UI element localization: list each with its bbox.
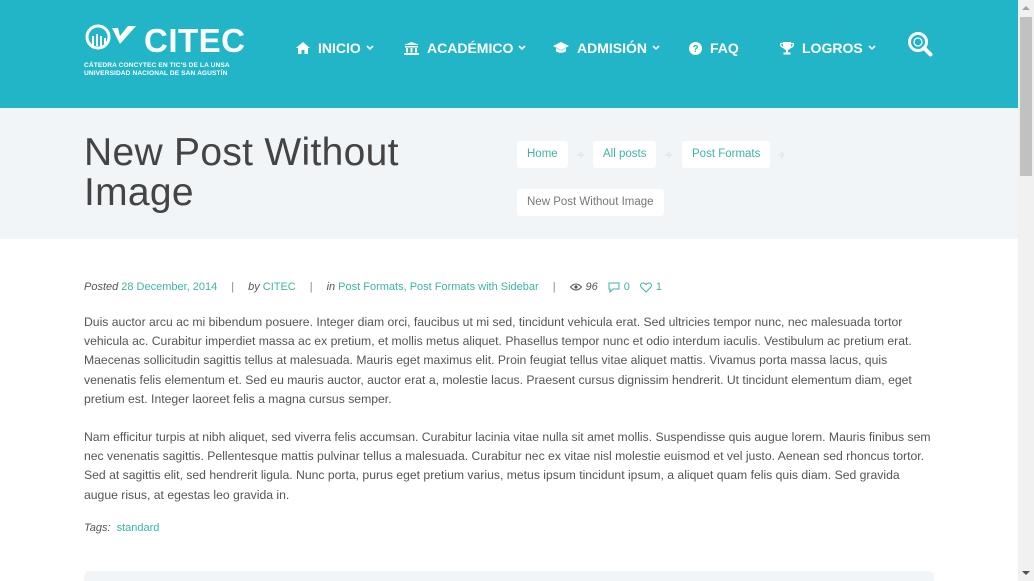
home-icon [296,42,310,54]
nav-item-admision[interactable]: ADMISIÓN [553,38,660,58]
search-button[interactable] [907,31,933,57]
breadcrumb-all-posts[interactable]: All posts [593,141,657,168]
post-footer-box [84,571,934,581]
views-count: 96 [569,281,598,293]
chevron-right-icon [665,151,672,159]
trophy-icon [780,41,794,55]
likes-button[interactable]: 1 [639,281,663,293]
chevron-down-icon [366,45,374,51]
post-paragraph-2: Nam efficitur turpis at nibh aliquet, se… [84,430,931,502]
nav-label-admision: ADMISIÓN [577,40,647,56]
post-author-link[interactable]: CITEC [263,281,296,293]
nav-label-academico: ACADÉMICO [427,40,514,56]
page-scrollbar[interactable] [1018,0,1034,581]
comments-value: 0 [623,281,630,293]
brand-subtitle-2: UNIVERSIDAD NACIONAL DE SAN AGUSTÍN [84,70,228,77]
nav-item-academico[interactable]: ACADÉMICO [404,38,526,58]
scrollbar-thumb[interactable] [1020,17,1032,176]
nav-item-logros[interactable]: LOGROS [780,38,876,58]
main-nav: INICIO ACADÉMICO ADMISIÓN ? FAQ LOGROS [0,38,1018,58]
chevron-down-icon [518,45,526,51]
likes-value: 1 [655,281,663,293]
views-value: 96 [585,281,598,293]
tags-label: Tags: [84,522,111,534]
posted-label: Posted [84,281,119,293]
comment-icon [608,282,620,293]
comments-link[interactable]: 0 [608,281,630,293]
nav-item-faq[interactable]: ? FAQ [689,38,739,58]
heart-icon [639,281,652,293]
nav-item-inicio[interactable]: INICIO [296,38,374,58]
nav-label-faq: FAQ [710,40,739,56]
scroll-up-arrow-icon[interactable] [1018,0,1034,16]
post-meta: Posted 28 December, 2014 | by CITEC | in… [84,280,672,294]
graduation-cap-icon [553,42,569,54]
scroll-down-arrow-icon[interactable] [1018,565,1034,581]
post-tags: Tags: standard [84,522,159,534]
post-paragraph-1: Duis auctor arcu ac mi bibendum posuere.… [84,315,912,406]
nav-label-logros: LOGROS [802,40,863,56]
meta-divider: | [552,281,556,293]
post-categories-link[interactable]: Post Formats, Post Formats with Sidebar [338,281,539,293]
meta-divider: | [309,281,313,293]
nav-label-inicio: INICIO [318,40,361,56]
chevron-right-icon [577,151,584,159]
by-label: by [248,281,260,293]
search-icon [908,32,933,57]
post-date-link[interactable]: 28 December, 2014 [121,281,217,293]
eye-icon [569,283,582,291]
page-title: New Post Without Image [84,131,399,214]
tag-link[interactable]: standard [117,522,160,534]
svg-text:?: ? [692,44,698,55]
meta-divider: | [231,281,235,293]
brand-subtitle-1: CÁTEDRA CONCYTEC EN TIC'S DE LA UNSA [84,62,230,69]
bank-icon [404,41,419,55]
chevron-down-icon [868,45,876,51]
site-header: CITEC CÁTEDRA CONCYTEC EN TIC'S DE LA UN… [0,0,1018,114]
in-label: in [326,281,336,293]
breadcrumb-post-formats[interactable]: Post Formats [682,141,771,168]
chevron-down-icon [652,45,660,51]
breadcrumb-home[interactable]: Home [517,141,568,168]
question-circle-icon: ? [689,41,702,55]
chevron-right-icon [778,151,785,159]
breadcrumb-current: New Post Without Image [517,189,664,216]
